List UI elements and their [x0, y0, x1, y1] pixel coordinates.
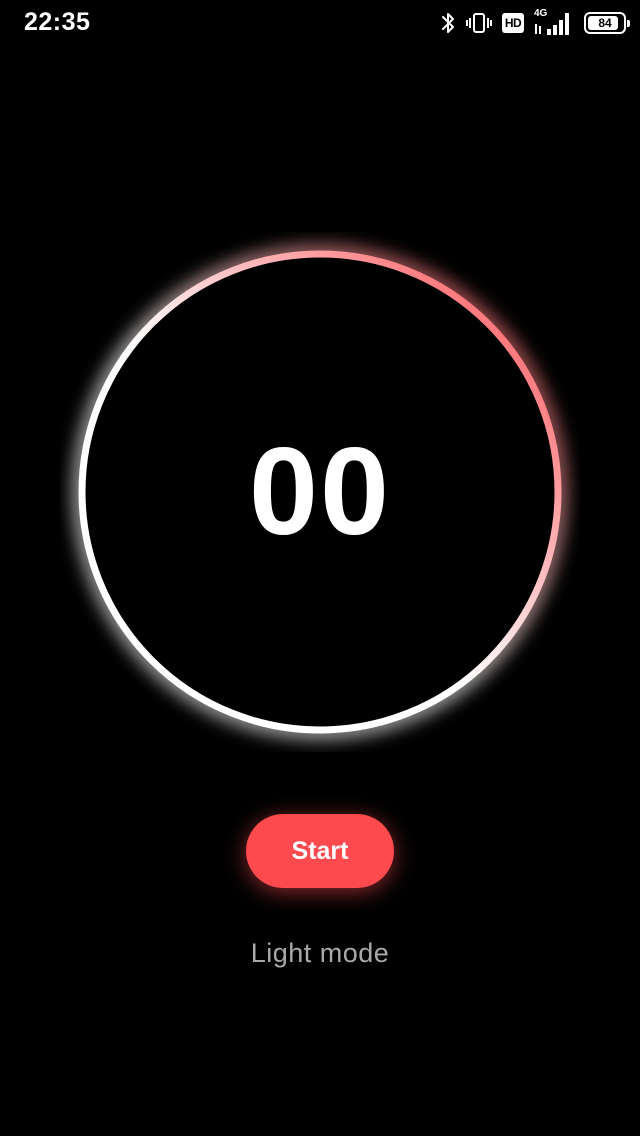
battery-level: 84 [598, 16, 612, 30]
hd-icon: HD [502, 13, 524, 33]
signal-4g-icon: 4G [534, 8, 574, 36]
battery-icon: 84 [584, 12, 630, 34]
timer-value: 00 [249, 423, 391, 561]
timer-ring: 00 [60, 232, 580, 752]
status-bar: 22:35 HD 4G 84 [0, 0, 640, 46]
status-time: 22:35 [24, 8, 91, 36]
status-icons: HD 4G 84 [440, 8, 630, 37]
light-mode-toggle[interactable]: Light mode [0, 938, 640, 969]
stopwatch-screen: 22:35 HD 4G 84 00 Start Light mode [0, 0, 640, 1136]
start-button[interactable]: Start [246, 814, 394, 888]
bluetooth-icon [440, 11, 456, 35]
vibrate-icon [466, 12, 492, 34]
